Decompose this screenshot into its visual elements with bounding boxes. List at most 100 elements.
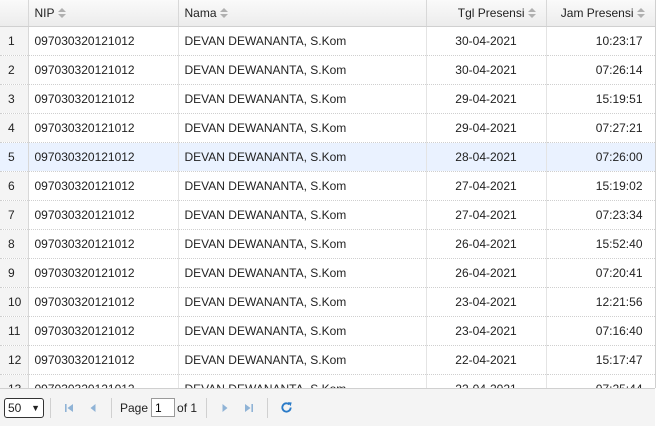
- cell-nama: DEVAN DEWANANTA, S.Kom: [178, 200, 427, 230]
- cell-nip: 097030320121012: [28, 316, 179, 346]
- row-number: 9: [0, 258, 29, 288]
- table-row[interactable]: 11 097030320121012 DEVAN DEWANANTA, S.Kom 2…: [0, 316, 655, 346]
- page-size-value: 50: [8, 400, 22, 415]
- page-number-input[interactable]: [151, 398, 176, 417]
- cell-jam-presensi: 07:27:21: [546, 113, 655, 143]
- cell-jam-presensi: 15:19:51: [546, 84, 655, 114]
- last-page-icon: [245, 403, 254, 412]
- row-number: 8: [0, 229, 29, 259]
- cell-jam-presensi: 07:26:14: [546, 55, 655, 85]
- table-row[interactable]: 2 097030320121012 DEVAN DEWANANTA, S.Kom 30…: [0, 55, 655, 85]
- table-row[interactable]: 12 097030320121012 DEVAN DEWANANTA, S.Kom 2…: [0, 345, 655, 375]
- data-grid: NIP Nama Tgl Presensi Jam Presensi 1 0970…: [0, 0, 656, 388]
- first-page-button[interactable]: [59, 398, 79, 418]
- page-label: Page: [120, 400, 149, 415]
- cell-tgl-presensi: 30-04-2021: [426, 55, 547, 85]
- cell-nama: DEVAN DEWANANTA, S.Kom: [178, 142, 427, 172]
- cell-nip: 097030320121012: [28, 55, 179, 85]
- chevron-down-icon: ▼: [31, 402, 40, 413]
- refresh-icon: [280, 402, 292, 413]
- page-size-select[interactable]: 50 ▼: [4, 397, 44, 418]
- cell-nip: 097030320121012: [28, 26, 179, 56]
- cell-jam-presensi: 07:26:00: [546, 142, 655, 172]
- cell-nama: DEVAN DEWANANTA, S.Kom: [178, 84, 427, 114]
- cell-tgl-presensi: 26-04-2021: [426, 229, 547, 259]
- column-header-jam-presensi[interactable]: Jam Presensi: [546, 0, 655, 27]
- sort-icon: [219, 8, 228, 19]
- cell-jam-presensi: 07:20:41: [546, 258, 655, 288]
- table-row[interactable]: 10 097030320121012 DEVAN DEWANANTA, S.Kom 2…: [0, 287, 655, 317]
- cell-tgl-presensi: 22-04-2021: [426, 374, 547, 388]
- cell-nama: DEVAN DEWANANTA, S.Kom: [178, 287, 427, 317]
- cell-jam-presensi: 07:25:44: [546, 374, 655, 388]
- cell-nip: 097030320121012: [28, 345, 179, 375]
- table-row[interactable]: 13097030320121012DEVAN DEWANANTA, S.Kom2…: [0, 374, 655, 388]
- row-number: 4: [0, 113, 29, 143]
- cell-nip: 097030320121012: [28, 374, 179, 388]
- cell-nama: DEVAN DEWANANTA, S.Kom: [178, 316, 427, 346]
- cell-jam-presensi: 07:23:34: [546, 200, 655, 230]
- sort-icon: [57, 8, 66, 19]
- rownumber-header: [0, 0, 29, 27]
- cell-tgl-presensi: 27-04-2021: [426, 200, 547, 230]
- row-number: 7: [0, 200, 29, 230]
- row-number: 3: [0, 84, 29, 114]
- prev-page-icon: [90, 403, 96, 412]
- cell-tgl-presensi: 30-04-2021: [426, 26, 547, 56]
- first-page-icon: [65, 403, 73, 412]
- column-header-tgl-presensi[interactable]: Tgl Presensi: [426, 0, 547, 27]
- row-number: 2: [0, 55, 29, 85]
- pager-separator: [206, 397, 208, 418]
- cell-nama: DEVAN DEWANANTA, S.Kom: [178, 113, 427, 143]
- pager-separator: [267, 397, 269, 418]
- cell-jam-presensi: 15:19:02: [546, 171, 655, 201]
- cell-nip: 097030320121012: [28, 229, 179, 259]
- cell-nip: 097030320121012: [28, 84, 179, 114]
- cell-tgl-presensi: 23-04-2021: [426, 287, 547, 317]
- cell-tgl-presensi: 29-04-2021: [426, 84, 547, 114]
- sort-icon: [527, 8, 536, 19]
- table-row[interactable]: 4 097030320121012 DEVAN DEWANANTA, S.Kom 29…: [0, 113, 655, 143]
- cell-jam-presensi: 07:16:40: [546, 316, 655, 346]
- cell-jam-presensi: 15:52:40: [546, 229, 655, 259]
- table-row[interactable]: 3 097030320121012 DEVAN DEWANANTA, S.Kom 29…: [0, 84, 655, 114]
- cell-tgl-presensi: 22-04-2021: [426, 345, 547, 375]
- cell-tgl-presensi: 29-04-2021: [426, 113, 547, 143]
- table-row[interactable]: 9 097030320121012 DEVAN DEWANANTA, S.Kom 26…: [0, 258, 655, 288]
- table-row[interactable]: 5 097030320121012 DEVAN DEWANANTA, S.Kom 28…: [0, 142, 655, 172]
- presensi-table: NIP Nama Tgl Presensi Jam Presensi 1 0970…: [0, 0, 655, 388]
- cell-nip: 097030320121012: [28, 287, 179, 317]
- table-row[interactable]: 1 097030320121012 DEVAN DEWANANTA, S.Kom 30…: [0, 26, 655, 56]
- cell-nama: DEVAN DEWANANTA, S.Kom: [178, 229, 427, 259]
- prev-page-button[interactable]: [83, 398, 103, 418]
- row-number: 1: [0, 26, 29, 56]
- cell-jam-presensi: 12:21:56: [546, 287, 655, 317]
- table-row[interactable]: 8 097030320121012 DEVAN DEWANANTA, S.Kom 26…: [0, 229, 655, 259]
- cell-jam-presensi: 15:17:47: [546, 345, 655, 375]
- table-row[interactable]: 6 097030320121012 DEVAN DEWANANTA, S.Kom 27…: [0, 171, 655, 201]
- cell-nama: DEVAN DEWANANTA, S.Kom: [178, 171, 427, 201]
- page-count-label: of 1: [177, 400, 198, 415]
- column-header-label: Jam Presensi: [560, 6, 634, 20]
- pager-bar: 50 ▼ Page of 1: [0, 388, 655, 426]
- cell-tgl-presensi: 26-04-2021: [426, 258, 547, 288]
- pager-separator: [50, 397, 51, 418]
- column-header-nip[interactable]: NIP: [28, 0, 179, 27]
- column-header-nama[interactable]: Nama: [178, 0, 427, 27]
- row-number: 11: [0, 316, 29, 346]
- row-number: 10: [0, 287, 29, 317]
- refresh-button[interactable]: [276, 398, 296, 418]
- row-number: 12: [0, 345, 29, 375]
- column-header-label: Nama: [184, 6, 217, 20]
- last-page-button[interactable]: [239, 398, 259, 418]
- row-number: 13: [0, 374, 29, 388]
- table-row[interactable]: 7 097030320121012 DEVAN DEWANANTA, S.Kom 27…: [0, 200, 655, 230]
- sort-icon: [636, 8, 645, 19]
- next-page-button[interactable]: [215, 398, 235, 418]
- cell-tgl-presensi: 28-04-2021: [426, 142, 547, 172]
- header-row: NIP Nama Tgl Presensi Jam Presensi: [0, 0, 655, 27]
- next-page-icon: [222, 403, 228, 412]
- cell-nama: DEVAN DEWANANTA, S.Kom: [178, 374, 427, 388]
- row-number: 5: [0, 142, 29, 172]
- column-header-label: Tgl Presensi: [457, 6, 525, 20]
